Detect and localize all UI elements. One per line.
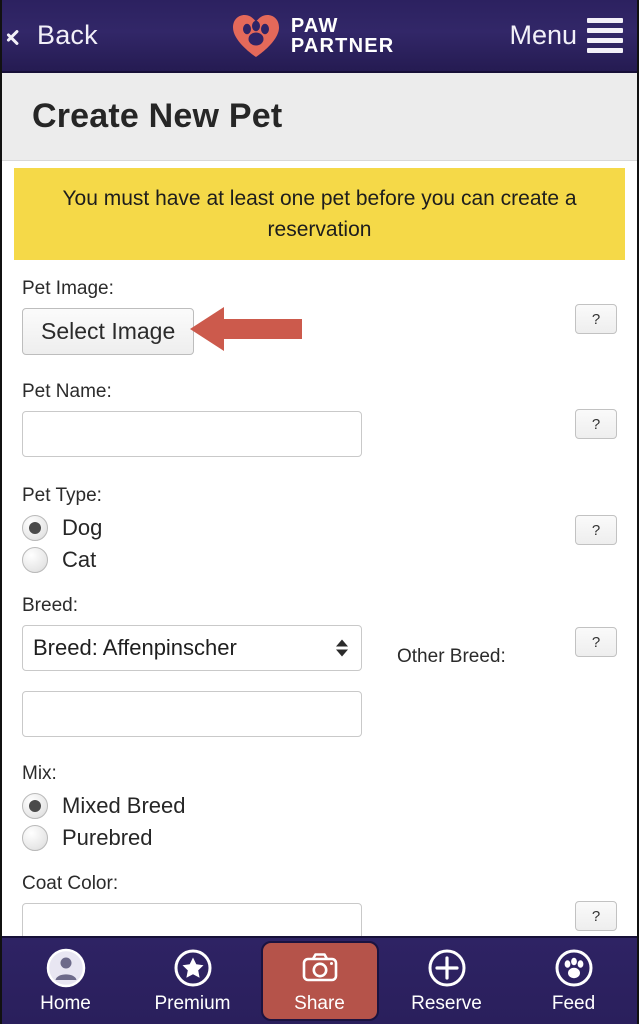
other-breed-input[interactable] [22, 691, 362, 737]
chevron-left-icon [16, 21, 33, 51]
back-button-label: Back [37, 20, 98, 50]
page-title: Create New Pet [32, 97, 283, 135]
camera-icon [302, 953, 337, 982]
nav-item-premium-label: Premium [154, 993, 231, 1014]
breed-field: Breed: Breed: Affenpinscher Other Breed:… [22, 595, 617, 671]
plus-circle-icon [428, 949, 465, 987]
mix-label: Mix: [22, 763, 57, 784]
person-avatar-icon [46, 948, 85, 988]
nav-item-reserve[interactable]: Reserve [388, 941, 506, 1021]
app-screen: Back PAW PARTNER Menu Create New Pet You… [0, 0, 639, 1024]
pet-type-option-cat[interactable]: Cat [22, 547, 617, 573]
menu-button[interactable]: Menu [509, 18, 623, 53]
pet-type-option-dog[interactable]: Dog [22, 515, 617, 541]
radio-cat[interactable] [22, 547, 48, 573]
warning-banner-text: You must have at least one pet before yo… [62, 187, 577, 241]
radio-dog-label: Dog [62, 515, 103, 540]
coat-color-field: Coat Color: ? [22, 873, 617, 936]
mix-option-mixed-breed[interactable]: Mixed Breed [22, 793, 617, 819]
nav-item-premium[interactable]: Premium [134, 941, 252, 1021]
brand-name: PAW PARTNER [291, 16, 395, 56]
pet-image-help-button[interactable]: ? [575, 304, 617, 334]
top-navigation-bar: Back PAW PARTNER Menu [2, 0, 637, 73]
menu-button-label: Menu [509, 20, 577, 50]
pet-name-label: Pet Name: [22, 381, 112, 402]
star-circle-icon [174, 949, 211, 987]
warning-banner: You must have at least one pet before yo… [14, 168, 625, 260]
nav-item-share-label: Share [294, 993, 345, 1014]
coat-color-label: Coat Color: [22, 873, 119, 894]
paw-circle-icon [555, 949, 592, 987]
breed-select-value: Breed: Affenpinscher [33, 635, 237, 660]
mix-option-purebred[interactable]: Purebred [22, 825, 617, 851]
other-breed-label: Other Breed: [397, 646, 506, 667]
nav-item-share[interactable]: Share [260, 941, 379, 1021]
pet-name-help-button[interactable]: ? [575, 409, 617, 439]
page-title-bar: Create New Pet [2, 73, 637, 161]
mix-field: Mix: Mixed Breed Purebred [22, 763, 617, 851]
pet-image-label: Pet Image: [22, 278, 114, 299]
nav-item-feed-label: Feed [551, 993, 596, 1014]
nav-item-home-label: Home [40, 993, 91, 1014]
breed-select-wrapper: Breed: Affenpinscher [22, 625, 362, 671]
hamburger-icon [587, 18, 623, 53]
radio-mixed-breed[interactable] [22, 793, 48, 819]
brand-logo: PAW PARTNER [231, 13, 395, 59]
coat-color-input[interactable] [22, 903, 362, 936]
select-image-button[interactable]: Select Image [22, 308, 195, 355]
radio-purebred[interactable] [22, 825, 48, 851]
pet-type-label: Pet Type: [22, 485, 102, 506]
radio-mixed-breed-label: Mixed Breed [62, 793, 186, 818]
breed-select[interactable]: Breed: Affenpinscher [22, 625, 362, 671]
other-breed-field [22, 691, 617, 737]
coat-color-help-button[interactable]: ? [575, 901, 617, 931]
nav-item-feed[interactable]: Feed [515, 941, 633, 1021]
pet-type-help-button[interactable]: ? [575, 515, 617, 545]
nav-item-home[interactable]: Home [7, 941, 125, 1021]
brand-line-2: PARTNER [290, 34, 395, 57]
pet-name-input[interactable] [22, 411, 362, 457]
radio-dog[interactable] [22, 515, 48, 541]
pet-name-field: Pet Name: ? [22, 381, 617, 457]
bottom-navigation-bar: Home Premium Share Reserve Feed [2, 936, 637, 1024]
create-pet-form: Pet Image: Select Image ? Pet Name: ? Pe… [2, 268, 637, 936]
radio-purebred-label: Purebred [62, 825, 153, 850]
breed-help-button[interactable]: ? [575, 627, 617, 657]
breed-label: Breed: [22, 595, 78, 616]
radio-cat-label: Cat [62, 547, 97, 572]
brand-line-1: PAW [290, 14, 339, 37]
heart-paw-logo-icon [232, 14, 279, 57]
pet-image-field: Pet Image: Select Image ? [22, 278, 617, 355]
nav-item-reserve-label: Reserve [411, 993, 482, 1014]
back-button[interactable]: Back [16, 20, 98, 51]
pet-type-field: Pet Type: Dog Cat ? [22, 485, 617, 573]
